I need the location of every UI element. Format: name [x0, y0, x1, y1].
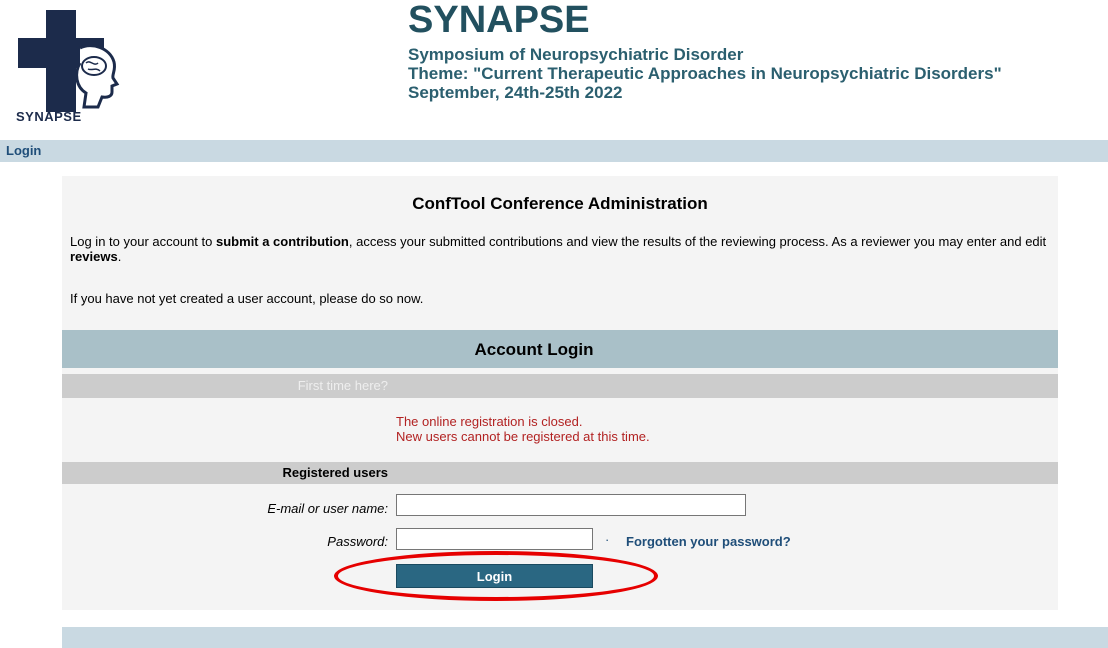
subtitle-line-3: September, 24th-25th 2022 [408, 83, 623, 102]
site-subtitle: Symposium of Neuropsychiatric Disorder T… [408, 45, 1002, 102]
password-field[interactable] [396, 528, 593, 550]
panel-title: ConfTool Conference Administration [412, 194, 708, 213]
nav-login-link[interactable]: Login [6, 143, 41, 158]
password-label: Password: [327, 534, 388, 549]
email-label: E-mail or user name: [267, 501, 388, 516]
email-field[interactable] [396, 494, 746, 516]
closed-line-1: The online registration is closed. [396, 414, 583, 429]
intro-part: Log in to your account to [70, 234, 216, 249]
account-login-header: Account Login [62, 330, 1058, 368]
closed-line-2: New users cannot be registered at this t… [396, 429, 650, 444]
intro-emphasis-reviews: reviews [70, 249, 118, 264]
account-login-title: Account Login [474, 340, 594, 359]
first-time-row: First time here? [62, 374, 1058, 398]
intro-emphasis-submit: submit a contribution [215, 234, 349, 249]
account-hint: If you have not yet created a user accou… [70, 291, 424, 306]
intro-part: , access your submitted contributions an… [348, 234, 1047, 249]
subtitle-line-1: Symposium of Neuropsychiatric Disorder [408, 45, 744, 64]
logo-wordmark: SYNAPSE [16, 109, 82, 124]
login-button[interactable]: Login [396, 564, 593, 588]
main-panel: ConfTool Conference Administration Log i… [62, 176, 1058, 610]
registration-closed-message: The online registration is closed. New u… [396, 414, 650, 444]
registered-users-row: Registered users [62, 462, 1058, 484]
first-time-label: First time here? [297, 378, 388, 393]
nav-bar: Login [0, 140, 1108, 162]
footer-bar [62, 627, 1108, 648]
bullet-icon: · [605, 532, 610, 547]
subtitle-line-2: Theme: "Current Therapeutic Approaches i… [408, 64, 1002, 83]
site-title: SYNAPSE [408, 0, 590, 41]
registered-users-label: Registered users [282, 465, 389, 480]
intro-text: Log in to your account to submit a contr… [70, 234, 1050, 264]
forgot-password-link[interactable]: Forgotten your password? [626, 534, 791, 549]
intro-part: . [117, 249, 122, 264]
